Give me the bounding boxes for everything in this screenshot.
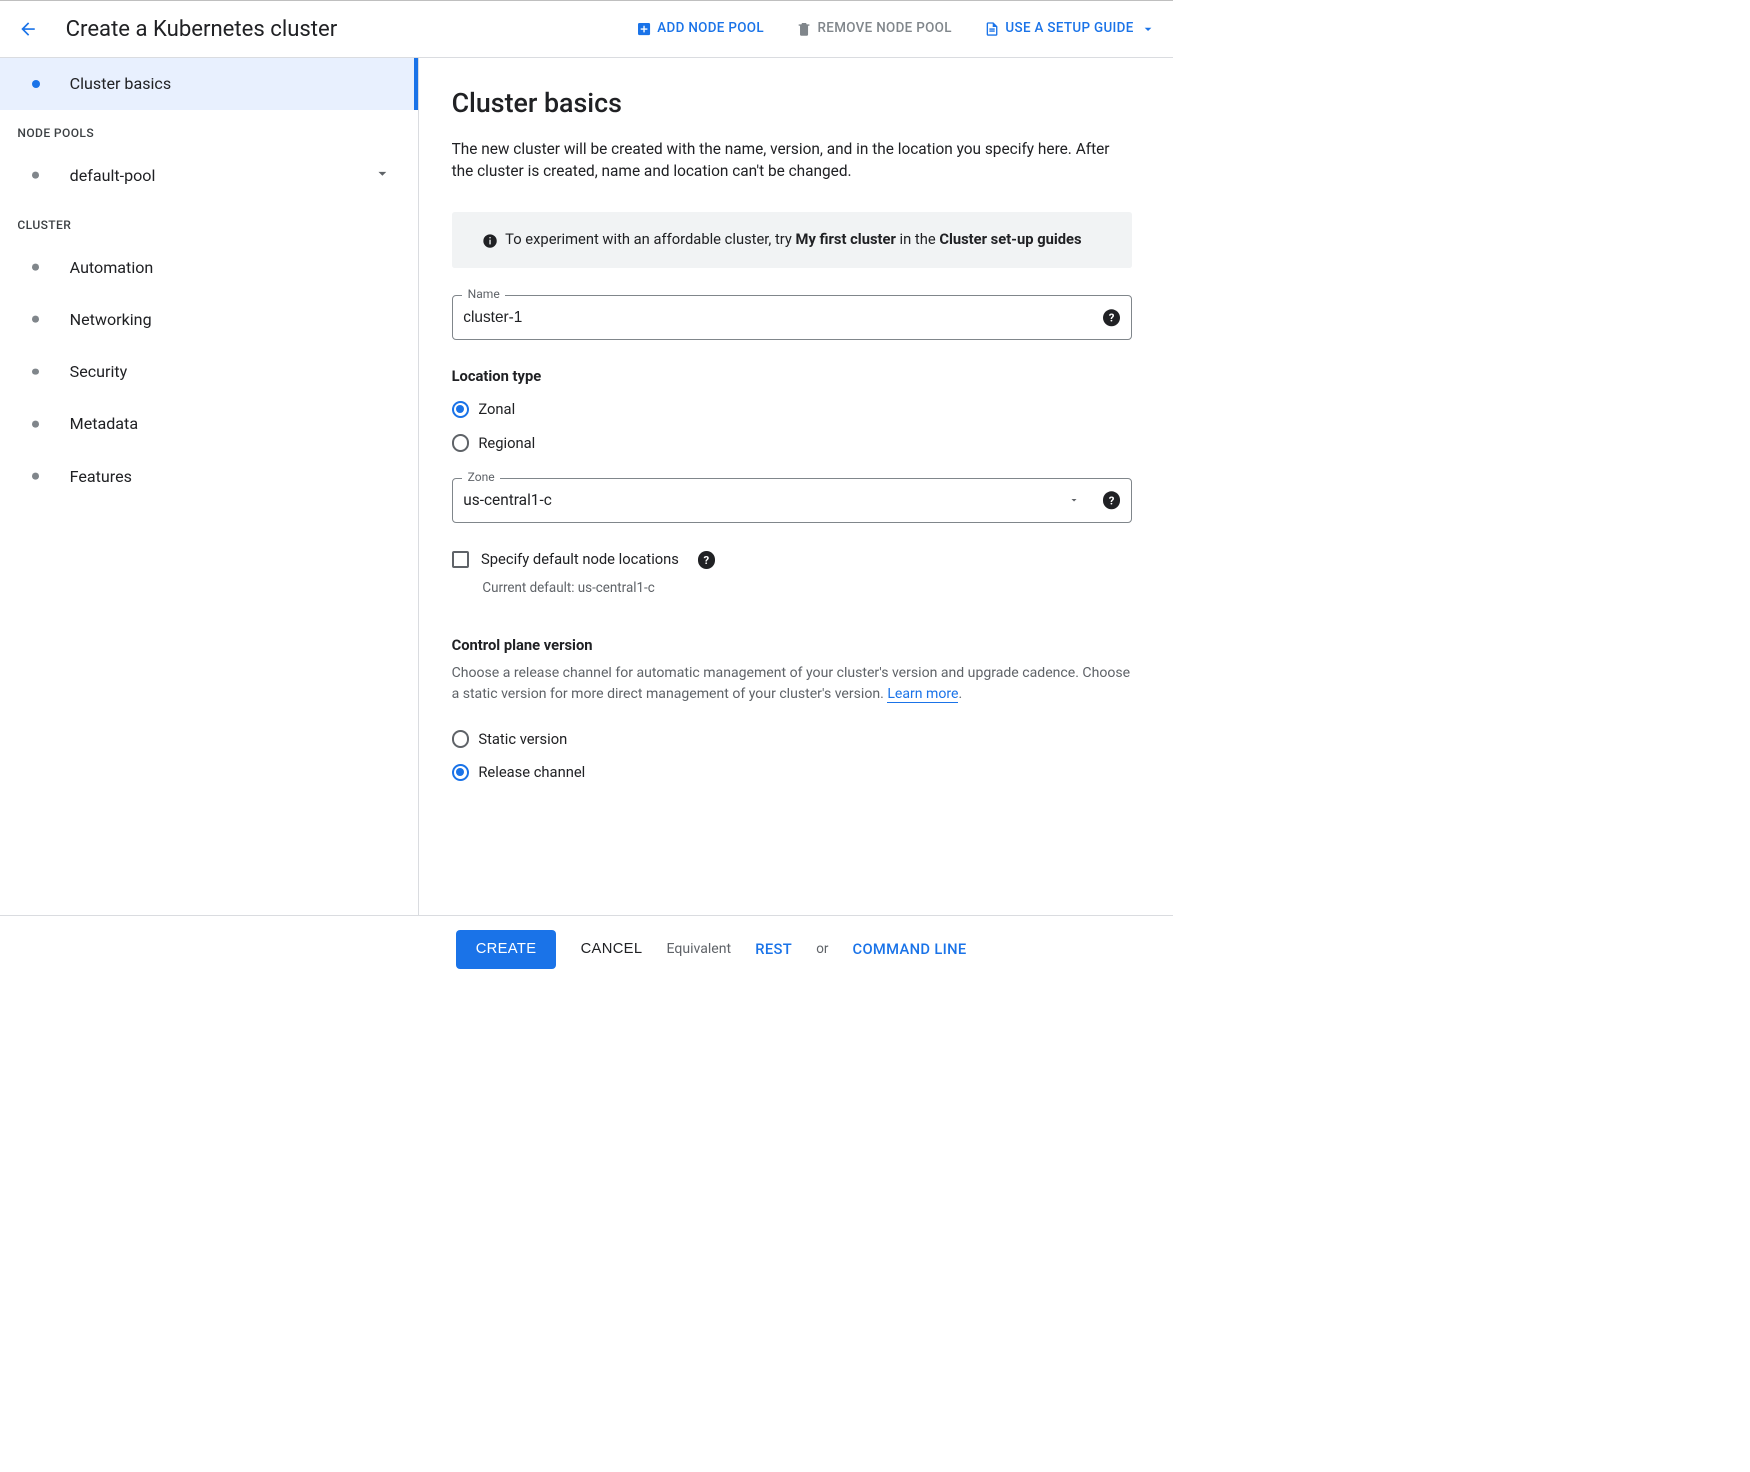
location-regional-radio[interactable]: Regional [452,428,1133,457]
static-version-label: Static version [478,730,567,748]
setup-guide-button[interactable]: USE A SETUP GUIDE [984,21,1156,37]
caret-down-icon [1140,21,1156,37]
or-text: or [816,942,828,957]
bullet-icon [32,264,39,271]
bullet-icon [32,368,39,375]
location-zonal-radio[interactable]: Zonal [452,395,1133,424]
create-button[interactable]: CREATE [456,930,557,969]
info-icon [482,233,498,249]
banner-text-prefix: To experiment with an affordable cluster… [505,230,795,248]
sidebar-item-label: Networking [70,310,152,329]
name-input[interactable] [452,295,1133,341]
banner-text-mid: in the [896,230,939,248]
specify-locations-row: Specify default node locations ? [452,550,1133,569]
control-plane-section: Control plane version Choose a release c… [452,636,1133,787]
sidebar-item-security[interactable]: Security [0,346,418,398]
zone-value: us-central1-c [463,491,552,509]
trash-icon [796,21,812,37]
sidebar-item-label: Features [70,467,132,486]
help-icon: ? [1103,309,1120,326]
zone-select[interactable]: us-central1-c [452,478,1133,524]
bullet-icon [32,421,39,428]
command-line-link[interactable]: COMMAND LINE [852,940,966,958]
main-heading: Cluster basics [452,87,1133,119]
specify-locations-checkbox[interactable] [452,551,469,568]
location-type-label: Location type [452,367,1133,385]
sidebar-item-networking[interactable]: Networking [0,293,418,345]
chevron-down-icon [373,164,392,183]
radio-icon [452,764,469,781]
name-field: Name ? [452,295,1133,341]
name-help-button[interactable]: ? [1103,309,1120,326]
cancel-button[interactable]: CANCEL [581,941,643,957]
specify-locations-help-button[interactable]: ? [698,550,715,569]
zonal-label: Zonal [478,400,515,418]
specify-locations-label: Specify default node locations [481,550,679,568]
sidebar-cluster-header: CLUSTER [0,202,418,241]
arrow-left-icon [18,19,38,39]
add-node-pool-label: ADD NODE POOL [657,21,764,36]
banner-bold-2: Cluster set-up guides [939,230,1081,248]
current-default-text: Current default: us-central1-c [482,581,1132,596]
bullet-icon [32,172,39,179]
sidebar-item-label: Cluster basics [70,74,171,93]
regional-label: Regional [478,434,535,452]
release-channel-radio[interactable]: Release channel [452,758,1133,787]
back-button[interactable] [12,13,44,45]
cp-heading: Control plane version [452,636,1133,654]
body: Cluster basics NODE POOLS default-pool C… [0,58,1173,916]
main-content: Cluster basics The new cluster will be c… [419,58,1172,916]
sidebar-item-label: Metadata [70,414,138,433]
zone-label: Zone [462,470,500,484]
description-icon [984,21,1000,37]
rest-link[interactable]: REST [755,940,792,958]
add-node-pool-button[interactable]: ADD NODE POOL [636,21,764,37]
caret-down-icon [1068,494,1080,506]
help-icon: ? [698,551,715,568]
sidebar-item-default-pool[interactable]: default-pool [0,149,418,201]
sidebar-item-label: default-pool [70,166,156,185]
top-bar: Create a Kubernetes cluster ADD NODE POO… [0,0,1173,58]
remove-node-pool-button[interactable]: REMOVE NODE POOL [796,21,952,37]
radio-icon [452,730,469,747]
learn-more-link[interactable]: Learn more [887,686,958,703]
zone-help-button[interactable]: ? [1103,492,1120,509]
release-channel-label: Release channel [478,763,585,781]
sidebar-node-pools-header: NODE POOLS [0,110,418,149]
top-actions: ADD NODE POOL REMOVE NODE POOL USE A SET… [636,21,1157,37]
remove-node-pool-label: REMOVE NODE POOL [818,21,952,36]
static-version-radio[interactable]: Static version [452,724,1133,753]
cp-desc-text: Choose a release channel for automatic m… [452,665,1131,701]
sidebar-item-features[interactable]: Features [0,450,418,502]
help-icon: ? [1103,492,1120,509]
banner-bold-1: My first cluster [796,230,896,248]
sidebar-item-automation[interactable]: Automation [0,241,418,293]
expand-toggle[interactable] [373,164,392,187]
intro-text: The new cluster will be created with the… [452,138,1133,183]
bullet-icon [32,473,39,480]
equivalent-label: Equivalent [666,941,731,957]
zone-field: Zone us-central1-c ? [452,478,1133,524]
radio-icon [452,401,469,418]
sidebar-item-label: Security [70,362,128,381]
sidebar-item-cluster-basics[interactable]: Cluster basics [0,58,418,110]
cp-description: Choose a release channel for automatic m… [452,663,1133,704]
sidebar-item-label: Automation [70,258,154,277]
radio-icon [452,434,469,451]
name-label: Name [462,287,505,301]
sidebar: Cluster basics NODE POOLS default-pool C… [0,58,419,916]
footer-bar: CREATE CANCEL Equivalent REST or COMMAND… [0,915,1173,982]
bullet-icon [32,316,39,323]
add-box-icon [636,21,652,37]
bullet-icon [32,80,40,88]
info-banner: To experiment with an affordable cluster… [452,212,1133,268]
page-title: Create a Kubernetes cluster [66,16,338,42]
sidebar-item-metadata[interactable]: Metadata [0,398,418,450]
setup-guide-label: USE A SETUP GUIDE [1005,21,1133,36]
